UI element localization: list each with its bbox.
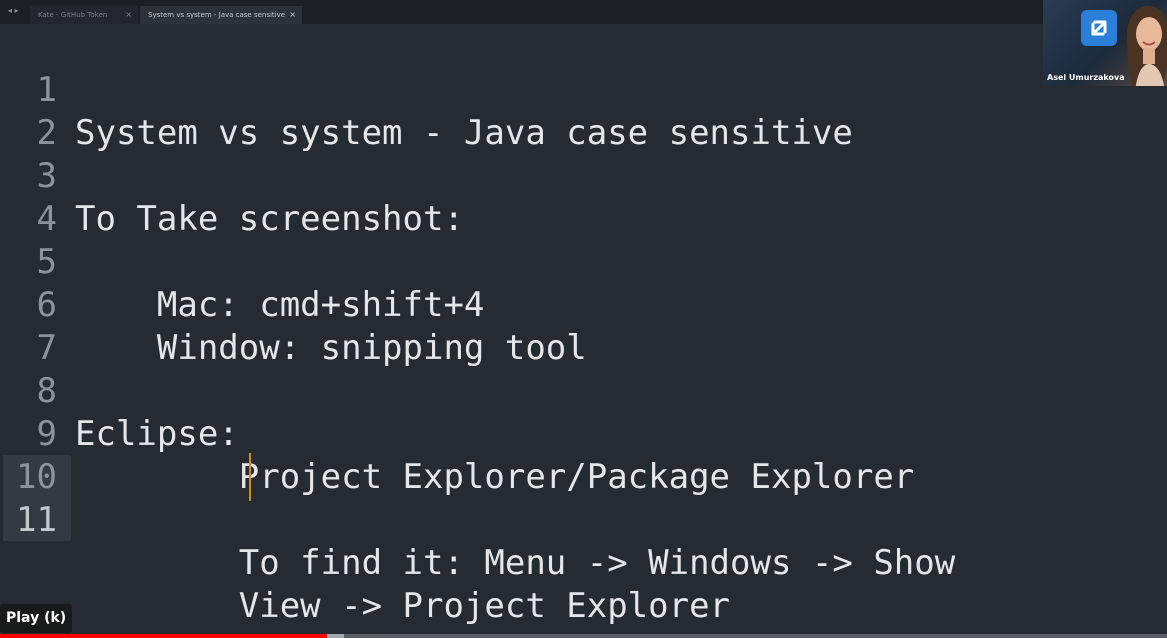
code-line-wrapped: View -> Project Explorer: [0, 499, 730, 626]
tab-nav-arrows-icon[interactable]: ◂ ▸: [8, 6, 19, 15]
brand-logo-icon: [1081, 10, 1117, 46]
line-text: Mac: cmd+shift+4: [75, 285, 485, 325]
tab-title: Kate - GitHub Token: [38, 11, 108, 19]
presenter-avatar: [1126, 5, 1167, 86]
play-tooltip: Play (k): [0, 604, 73, 633]
text-cursor: [249, 453, 251, 501]
line-text: To find it: Menu -> Windows -> Show: [75, 543, 956, 583]
presenter-webcam: Asel Umurzakova: [1043, 0, 1167, 86]
code-line: 7: [0, 284, 123, 368]
line-text: Project Explorer/Package Explorer: [75, 457, 915, 497]
editor-tab-bar: ◂ ▸ Kate - GitHub Token × System vs syst…: [0, 0, 1167, 24]
progress-played: [0, 634, 327, 638]
code-line: 2: [0, 69, 123, 153]
tab-active[interactable]: System vs system - Java case sensitive ×: [140, 6, 302, 24]
code-line-current: 11 To find it: Menu -> Windows -> Show: [0, 456, 955, 583]
code-line: 10: [0, 413, 123, 497]
close-icon[interactable]: ×: [289, 6, 296, 24]
code-line: 5 Mac: cmd+shift+4: [0, 198, 485, 325]
line-text: To Take screenshot:: [75, 199, 464, 239]
tab-title: System vs system - Java case sensitive: [148, 11, 286, 19]
code-line: 1 System vs system - Java case sensitive: [0, 26, 853, 153]
presenter-name: Asel Umurzakova: [1047, 73, 1125, 82]
line-text: System vs system - Java case sensitive: [75, 113, 853, 153]
code-line: 6 Window: snipping tool: [0, 241, 587, 368]
code-line: 9 Project Explorer/Package Explorer: [0, 370, 915, 497]
line-text: Window: snipping tool: [75, 328, 587, 368]
line-text: View -> Project Explorer: [75, 586, 731, 626]
code-line: 4: [0, 155, 123, 239]
tab-inactive[interactable]: Kate - GitHub Token ×: [30, 6, 138, 24]
video-frame[interactable]: ◂ ▸ Kate - GitHub Token × System vs syst…: [0, 0, 1167, 638]
close-icon[interactable]: ×: [125, 6, 132, 24]
code-line: 3 To Take screenshot:: [0, 112, 464, 239]
code-line: 8 Eclipse:: [0, 327, 239, 454]
progress-bar[interactable]: [0, 634, 1167, 638]
